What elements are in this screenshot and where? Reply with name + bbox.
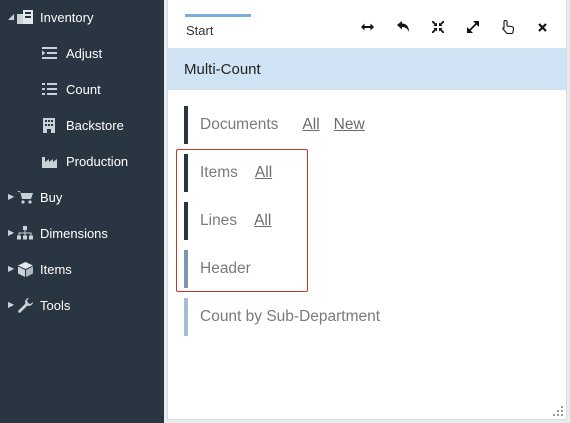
sidebar-item-label: Dimensions — [40, 225, 108, 241]
panel-toolbar — [350, 16, 560, 38]
pointer-hand-icon — [501, 20, 514, 34]
undo-icon — [396, 21, 409, 32]
caret-right-icon: ▶ — [8, 264, 15, 273]
row-indicator — [184, 298, 188, 336]
sidebar-item-buy[interactable]: ▶ Buy — [0, 183, 164, 211]
sidebar-item-label: Backstore — [66, 117, 124, 133]
tab-start[interactable]: Start — [185, 14, 251, 38]
close-icon — [538, 22, 547, 32]
caret-right-icon: ▶ — [8, 192, 15, 201]
main-panel: Start Multi-Count Documents All New Item… — [167, 0, 567, 420]
tab-label: Start — [186, 23, 214, 38]
sidebar-item-tools[interactable]: ▶ Tools — [0, 291, 164, 319]
compress-button[interactable] — [420, 16, 455, 38]
sidebar-item-label: Items — [40, 261, 72, 277]
resize-horizontal-button[interactable] — [350, 16, 385, 38]
close-button[interactable] — [525, 16, 560, 38]
sidebar-item-label: Inventory — [40, 9, 94, 25]
row-documents: Documents All New — [184, 106, 365, 144]
sitemap-icon — [16, 225, 34, 241]
sidebar-item-label: Buy — [40, 189, 63, 205]
panel-title: Multi-Count — [168, 48, 566, 90]
sidebar-item-dimensions[interactable]: ▶ Dimensions — [0, 219, 164, 247]
expand-icon — [466, 21, 479, 33]
sidebar-item-label: Production — [66, 153, 129, 169]
sidebar-item-adjust[interactable]: Adjust — [0, 39, 164, 67]
caret-down-icon: ◢ — [8, 12, 15, 21]
cart-icon — [16, 189, 34, 205]
sidebar: ◢ Inventory Adjust Count Backstore Produ… — [0, 0, 164, 423]
adjust-icon — [40, 45, 58, 61]
sidebar-item-production[interactable]: Production — [0, 147, 164, 175]
wrench-icon — [16, 297, 34, 313]
undo-button[interactable] — [385, 16, 420, 38]
inventory-icon — [16, 9, 34, 25]
sidebar-item-inventory[interactable]: ◢ Inventory — [0, 3, 164, 31]
row-count-by-sub-department[interactable]: Count by Sub-Department — [184, 298, 380, 336]
resize-horizontal-icon — [361, 23, 374, 31]
backstore-icon — [40, 117, 58, 133]
documents-label: Documents — [200, 116, 279, 133]
sidebar-item-label: Tools — [40, 297, 71, 313]
sidebar-item-label: Adjust — [66, 45, 103, 61]
expand-button[interactable] — [455, 16, 490, 38]
sidebar-item-label: Count — [66, 81, 101, 97]
pointer-hand-button[interactable] — [490, 16, 525, 38]
production-icon — [40, 153, 58, 169]
sidebar-item-count[interactable]: Count — [0, 75, 164, 103]
highlight-box — [176, 149, 308, 292]
caret-right-icon: ▶ — [8, 300, 15, 309]
panel-title-text: Multi-Count — [184, 60, 261, 78]
resize-grip-icon[interactable] — [553, 406, 563, 416]
documents-new-link[interactable]: New — [334, 116, 365, 134]
documents-all-link[interactable]: All — [302, 116, 319, 134]
count-list-icon — [40, 81, 58, 97]
cube-icon — [16, 261, 34, 277]
compress-icon — [431, 21, 444, 33]
sidebar-item-backstore[interactable]: Backstore — [0, 111, 164, 139]
count-sub-label: Count by Sub-Department — [200, 308, 381, 325]
row-indicator — [184, 106, 188, 144]
sidebar-item-items[interactable]: ▶ Items — [0, 255, 164, 283]
caret-right-icon: ▶ — [8, 228, 15, 237]
